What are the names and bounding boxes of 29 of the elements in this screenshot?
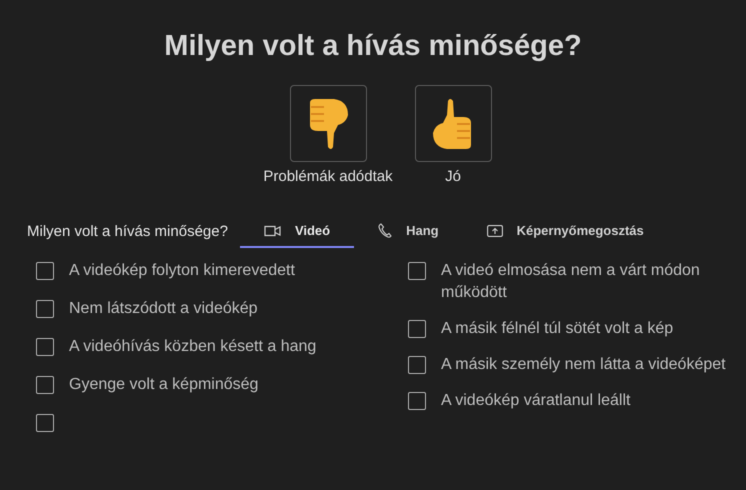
- issue-label: A másik félnél túl sötét volt a kép: [441, 319, 674, 339]
- issue-label: A videókép váratlanul leállt: [441, 391, 630, 411]
- dialog-title: Milyen volt a hívás minősége?: [163, 30, 583, 63]
- checkbox[interactable]: [36, 338, 54, 356]
- issue-label: Nem látszódott a videókép: [69, 299, 258, 319]
- checkbox[interactable]: [408, 392, 426, 410]
- issue-label: A videókép folyton kimerevedett: [69, 261, 295, 281]
- checkbox[interactable]: [408, 356, 426, 374]
- issue-label: A másik személy nem látta a videóképet: [441, 355, 726, 375]
- video-camera-icon: [264, 224, 281, 236]
- screen-share-icon: [486, 224, 503, 236]
- category-tab[interactable]: Képernyőmegosztás: [462, 215, 668, 248]
- issue-label: Gyenge volt a képminőség: [69, 375, 258, 395]
- checkbox[interactable]: [36, 300, 54, 318]
- issues-label: Milyen volt a hívás minősége?: [27, 223, 228, 240]
- checkbox[interactable]: [408, 262, 426, 280]
- issue-label: A videóhívás közben késett a hang: [69, 337, 316, 357]
- phone-icon: [378, 223, 392, 238]
- checkbox[interactable]: [36, 262, 54, 280]
- category-tab[interactable]: Videó: [240, 215, 354, 248]
- issue-label: A videó elmosása nem a várt módon működött: [441, 261, 701, 303]
- checkbox[interactable]: [36, 376, 54, 394]
- rating-label: Jó: [445, 168, 461, 185]
- rating-button[interactable]: [414, 85, 492, 162]
- category-tab[interactable]: Hang: [354, 215, 463, 248]
- checkbox[interactable]: [36, 414, 54, 432]
- rating-label: Problémák adódtak: [263, 168, 393, 185]
- checkbox[interactable]: [408, 320, 426, 338]
- rating-button[interactable]: [290, 85, 366, 162]
